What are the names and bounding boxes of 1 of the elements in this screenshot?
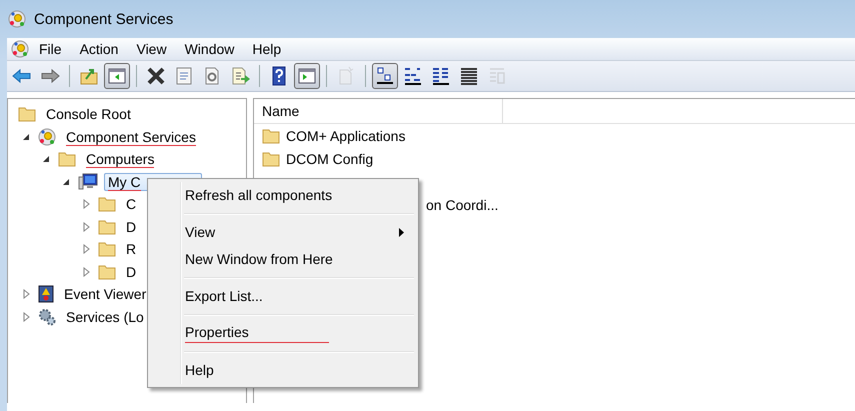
- window-title: Component Services: [34, 10, 174, 28]
